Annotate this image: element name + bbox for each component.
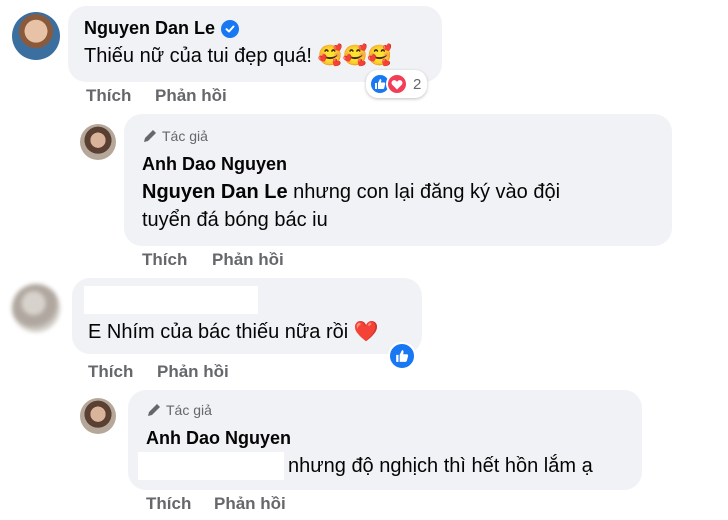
replier-avatar[interactable] bbox=[80, 398, 116, 434]
verified-badge-icon bbox=[221, 19, 240, 38]
reply-text-line2: tuyển đá bóng bác iu bbox=[142, 209, 328, 231]
reply-button[interactable]: Phản hồi bbox=[212, 250, 284, 270]
redacted-author-name bbox=[84, 286, 258, 314]
reply-text-line1: Nguyen Dan Le nhưng con lại đăng ký vào … bbox=[142, 178, 560, 206]
like-button[interactable]: Thích bbox=[88, 362, 133, 382]
comment-author-row: Nguyen Dan Le bbox=[84, 18, 240, 39]
mention-link[interactable]: Nguyen Dan Le bbox=[142, 181, 288, 203]
like-button[interactable]: Thích bbox=[142, 250, 187, 270]
love-reaction-icon bbox=[386, 73, 408, 95]
reply-author-name[interactable]: Anh Dao Nguyen bbox=[142, 154, 287, 175]
redacted-mention bbox=[138, 452, 284, 480]
reply-button[interactable]: Phản hồi bbox=[157, 362, 229, 382]
comment-text: Thiếu nữ của tui đẹp quá! 🥰🥰🥰 bbox=[84, 45, 393, 67]
author-tag-label: Tác giả bbox=[166, 402, 212, 418]
pencil-icon bbox=[144, 130, 156, 142]
like-button[interactable]: Thích bbox=[86, 86, 131, 106]
comment-author-name[interactable]: Nguyen Dan Le bbox=[84, 18, 215, 39]
reply-text: nhưng con lại đăng ký vào đội bbox=[293, 181, 561, 203]
replier-avatar[interactable] bbox=[80, 124, 116, 160]
pencil-icon bbox=[148, 404, 160, 416]
author-tag: Tác giả bbox=[142, 128, 208, 144]
reply-text: nhưng độ nghịch thì hết hồn lắm ạ bbox=[288, 455, 593, 477]
like-reaction-icon[interactable] bbox=[388, 342, 416, 370]
comment-text: E Nhím của bác thiếu nữa rồi ❤️ bbox=[88, 321, 379, 343]
reaction-count: 2 bbox=[413, 75, 422, 93]
reply-button[interactable]: Phản hồi bbox=[214, 494, 286, 514]
author-tag-label: Tác giả bbox=[162, 128, 208, 144]
author-tag: Tác giả bbox=[146, 402, 212, 418]
commenter-avatar[interactable] bbox=[12, 12, 60, 60]
reply-author-name[interactable]: Anh Dao Nguyen bbox=[146, 428, 291, 449]
reply-button[interactable]: Phản hồi bbox=[155, 86, 227, 106]
like-button[interactable]: Thích bbox=[146, 494, 191, 514]
commenter-avatar[interactable] bbox=[12, 284, 60, 332]
reaction-summary[interactable]: 2 bbox=[366, 70, 428, 98]
